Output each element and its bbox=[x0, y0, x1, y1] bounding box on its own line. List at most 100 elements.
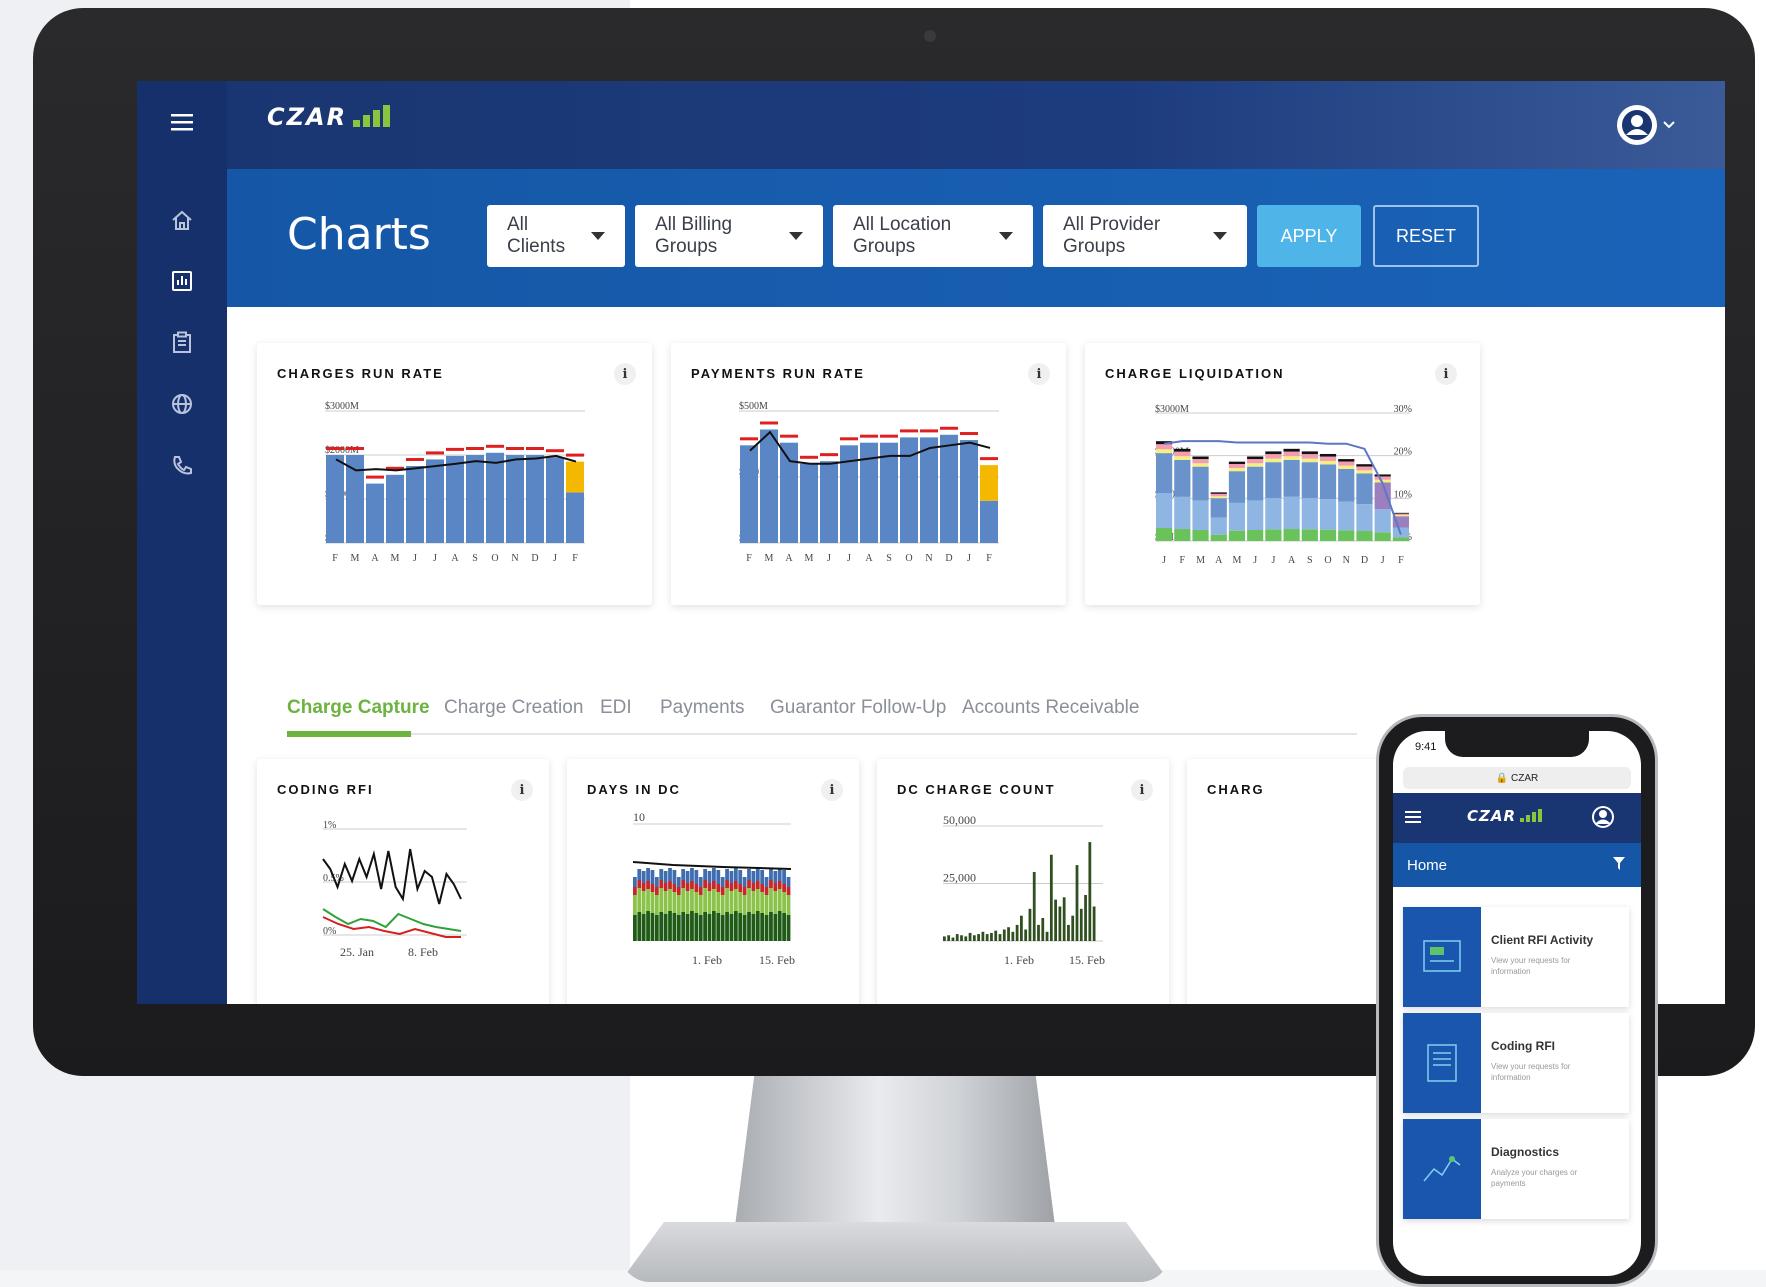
phone-icon[interactable] bbox=[162, 445, 202, 485]
x-tick-label: A bbox=[1215, 555, 1223, 566]
charges-run-rate-chart: $3000M$2000M$1000M$0MFMAMJJASONDJF bbox=[325, 401, 585, 564]
x-tick-label: M bbox=[765, 553, 774, 564]
stack-segment bbox=[720, 887, 725, 895]
stack-segment bbox=[773, 914, 778, 941]
x-tick-label: F bbox=[1398, 555, 1404, 566]
x-tick-label: M bbox=[805, 553, 814, 564]
menu-icon[interactable] bbox=[1405, 811, 1421, 824]
target-marker bbox=[940, 426, 958, 430]
billing-groups-dropdown[interactable]: All Billing Groups bbox=[635, 205, 823, 267]
payments-run-rate-card[interactable]: PAYMENTS RUN RATE i $500M$250M$0MFMAMJJA… bbox=[671, 343, 1066, 605]
bar bbox=[1092, 906, 1096, 941]
reset-button[interactable]: RESET bbox=[1373, 205, 1479, 267]
stack-segment bbox=[1283, 459, 1300, 497]
charge-liquidation-card[interactable]: CHARGE LIQUIDATION i $3000M30%$2000M20%$… bbox=[1085, 343, 1480, 605]
dc-charge-count-card[interactable]: DC CHARGE COUNT i 50,000 25,000 1. Feb 15. … bbox=[877, 759, 1169, 1004]
stack-segment bbox=[672, 884, 677, 892]
bar bbox=[326, 455, 344, 543]
phone-screen: 9:41 🔒 CZAR CZAR Home Client RFI Activit… bbox=[1393, 731, 1641, 1276]
stack-segment bbox=[747, 912, 751, 941]
dc-charge-count-chart: 50,000 25,000 1. Feb 15. Feb bbox=[943, 813, 1105, 967]
avatar-icon[interactable] bbox=[1591, 805, 1617, 829]
stack-segment bbox=[1174, 456, 1191, 460]
x-tick-label: F bbox=[1180, 555, 1186, 566]
caret-down-icon bbox=[999, 232, 1013, 240]
user-menu[interactable] bbox=[1617, 105, 1675, 145]
stack-segment bbox=[690, 911, 694, 941]
stack-segment bbox=[742, 887, 747, 895]
phone-card-coding-rfi[interactable]: Coding RFI View your requests for inform… bbox=[1403, 1013, 1629, 1113]
caret-down-icon bbox=[789, 232, 803, 240]
tab-payments[interactable]: Payments bbox=[660, 697, 744, 719]
clipboard-icon[interactable] bbox=[162, 322, 202, 362]
days-in-dc-card[interactable]: DAYS IN DC i 10 1. Feb 15. Feb bbox=[567, 759, 859, 1004]
bar bbox=[998, 934, 1002, 941]
home-icon[interactable] bbox=[162, 200, 202, 240]
stack-segment bbox=[1174, 496, 1191, 530]
stack-segment bbox=[729, 883, 734, 891]
provider-groups-dropdown[interactable]: All Provider Groups bbox=[1043, 205, 1247, 267]
bar bbox=[1045, 931, 1049, 941]
stack-segment bbox=[720, 877, 725, 887]
tab-charge-creation[interactable]: Charge Creation bbox=[444, 697, 583, 719]
tab-guarantor-follow-up[interactable]: Guarantor Follow-Up bbox=[770, 697, 946, 719]
clients-dropdown[interactable]: All Clients bbox=[487, 205, 625, 267]
dropdown-label: All Provider Groups bbox=[1063, 214, 1161, 257]
stack-segment bbox=[1319, 529, 1337, 541]
stack-segment bbox=[1210, 498, 1227, 518]
target-marker bbox=[900, 429, 918, 433]
stack-segment bbox=[1265, 451, 1282, 455]
stack-segment bbox=[729, 914, 734, 941]
globe-icon[interactable] bbox=[162, 384, 202, 424]
stack-segment bbox=[681, 880, 686, 888]
card-title: CHARG bbox=[1207, 782, 1265, 797]
phone-card-client-rfi[interactable]: Client RFI Activity View your requests f… bbox=[1403, 907, 1629, 1007]
target-marker bbox=[840, 437, 858, 441]
x-tick-label: J bbox=[1162, 555, 1166, 566]
x-tick-label: A bbox=[1288, 555, 1296, 566]
location-groups-dropdown[interactable]: All Location Groups bbox=[833, 205, 1033, 267]
tab-accounts-receivable[interactable]: Accounts Receivable bbox=[962, 697, 1139, 719]
x-tick-label: S bbox=[472, 553, 478, 564]
stack-segment bbox=[760, 870, 765, 884]
stack-segment bbox=[1156, 528, 1173, 541]
y2-tick-label: 20% bbox=[1394, 447, 1412, 458]
caret-down-icon bbox=[1213, 232, 1227, 240]
bar-chart-icon[interactable] bbox=[162, 261, 202, 301]
stack-segment bbox=[1301, 458, 1318, 463]
apply-button[interactable]: APPLY bbox=[1257, 205, 1361, 267]
stack-segment bbox=[733, 868, 738, 881]
phone-url-bar[interactable]: 🔒 CZAR bbox=[1403, 767, 1631, 789]
stack-segment bbox=[1356, 531, 1373, 541]
stack-segment bbox=[729, 871, 734, 883]
stack-segment bbox=[1265, 497, 1282, 530]
stack-segment bbox=[1392, 513, 1409, 516]
x-tick-label: O bbox=[1324, 555, 1331, 566]
stack-segment bbox=[650, 892, 655, 913]
bar bbox=[1007, 927, 1010, 941]
stack-segment bbox=[755, 881, 760, 889]
bar bbox=[466, 455, 484, 543]
stack-segment bbox=[751, 883, 756, 891]
target-marker bbox=[426, 451, 444, 455]
stack-segment bbox=[1319, 453, 1337, 457]
average-line bbox=[632, 861, 792, 870]
coding-rfi-card[interactable]: CODING RFI i 1% 0.5% 0% 25. Jan 8. Feb bbox=[257, 759, 549, 1004]
menu-icon[interactable] bbox=[162, 102, 202, 142]
tab-charge-capture[interactable]: Charge Capture bbox=[287, 697, 430, 719]
phone-card-diagnostics[interactable]: Diagnostics Analyze your charges or paym… bbox=[1403, 1119, 1629, 1219]
sidebar bbox=[137, 81, 227, 1004]
stack-segment bbox=[659, 880, 664, 888]
bar bbox=[972, 935, 976, 941]
bar bbox=[426, 459, 444, 543]
tab-edi[interactable]: EDI bbox=[600, 697, 632, 719]
stack-segment bbox=[1210, 496, 1227, 499]
x-tick-label: O bbox=[905, 553, 912, 564]
stack-segment bbox=[663, 891, 668, 914]
charges-run-rate-card[interactable]: CHARGES RUN RATE i $3000M$2000M$1000M$0M… bbox=[257, 343, 652, 605]
x-tick-label: D bbox=[1361, 555, 1368, 566]
stack-segment bbox=[755, 889, 760, 911]
target-marker bbox=[760, 421, 778, 425]
filter-icon[interactable] bbox=[1613, 857, 1625, 871]
czar-logo[interactable]: CZAR bbox=[267, 103, 391, 131]
